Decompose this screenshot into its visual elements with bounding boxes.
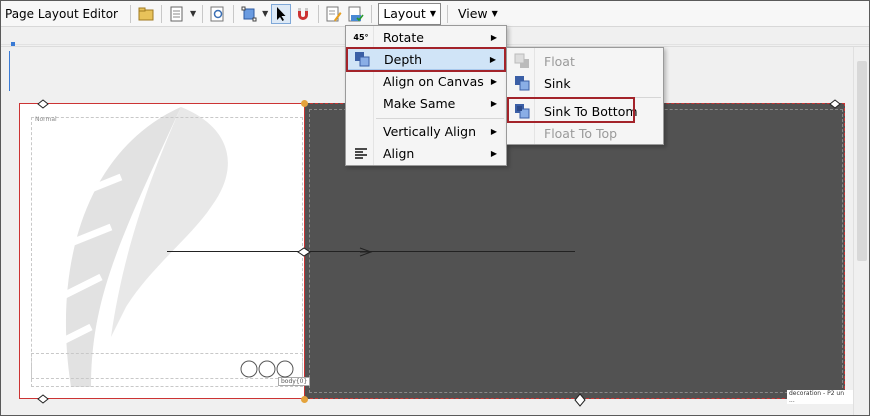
pointer-tool-button[interactable] [271,3,292,24]
frame-icon [241,6,257,21]
open-folder-button[interactable] [136,4,156,24]
vertically-align-icon [349,120,373,142]
magnet-icon [298,7,309,20]
menu-item-label: Align [383,145,415,161]
chevron-right-icon: ▶ [490,32,497,42]
circles-shape[interactable] [239,359,299,379]
content-area-outline [31,117,303,387]
magnet-button[interactable] [293,4,313,24]
toolbar-separator [161,4,162,23]
menu-item-align[interactable]: Align ▶ [347,142,505,164]
normal-style-label: Normal [35,116,57,123]
scrollbar-thumb[interactable] [857,61,867,261]
page-icon [170,6,183,21]
edit-page-button[interactable] [324,4,344,24]
toolbar-separator [371,4,373,23]
view-menu-button[interactable]: View ▼ [454,3,502,25]
arrow-right-icon [359,247,373,257]
vertical-ruler[interactable] [1,47,17,415]
view-menu-label: View [457,6,488,21]
editor-title: Page Layout Editor [5,6,118,21]
chevron-down-icon[interactable]: ▼ [190,9,196,18]
menu-item-sink[interactable]: Sink [508,72,662,94]
diamond-handle-icon[interactable] [297,247,311,257]
align-on-canvas-icon [349,70,373,92]
menu-item-label: Float [544,53,575,69]
menu-item-float-to-top[interactable]: Float To Top [508,122,662,144]
menu-separator [376,118,504,119]
corner-marker-icon[interactable] [37,99,49,109]
chevron-right-icon: ▶ [490,76,497,86]
corner-marker-icon[interactable] [829,99,841,109]
menu-item-float[interactable]: Float [508,50,662,72]
menu-item-label: Rotate [383,29,424,45]
decoration-frame-label: decoration - P2 un ... [787,390,853,404]
toolbar-separator [318,4,320,23]
menu-item-label: Vertically Align [383,123,476,139]
edit-page-icon [326,6,342,21]
menu-item-vertically-align[interactable]: Vertically Align ▶ [347,120,505,142]
chevron-right-icon: ▶ [490,98,497,108]
chevron-down-icon[interactable]: ▼ [262,9,268,18]
chevron-right-icon: ▶ [490,126,497,136]
rotate-icon-text: 45° [353,32,369,42]
depth-submenu: Float Sink Sink To Bottom Float To Top [506,47,664,145]
chevron-down-icon: ▼ [429,9,436,18]
page-check-icon [348,6,364,21]
frame-button[interactable] [239,4,259,24]
align-left-icon [349,142,373,164]
corner-marker-icon[interactable] [37,394,49,404]
toolbar: Page Layout Editor ▼ ▼ Layout ▼ View ▼ [1,1,869,27]
layout-menu-label: Layout [383,6,426,21]
toolbar-separator [446,4,448,23]
diamond-handle-icon[interactable] [574,393,586,407]
folder-icon [138,7,154,20]
vertical-scrollbar[interactable] [853,47,869,415]
toolbar-separator [202,4,204,23]
chevron-right-icon: ▶ [490,148,497,158]
toolbar-separator [130,4,131,23]
save-page-button[interactable] [346,4,366,24]
resize-handle[interactable] [301,396,308,403]
page-button[interactable] [167,4,187,24]
sink-to-bottom-highlight-box [507,97,635,123]
rotate-icon: 45° [349,26,373,48]
layout-menu-button[interactable]: Layout ▼ [378,2,441,25]
sink-icon [510,72,534,94]
menu-item-align-on-canvas[interactable]: Align on Canvas ▶ [347,70,505,92]
window: Page Layout Editor ▼ ▼ Layout ▼ View ▼ N… [0,0,870,416]
magnifier-page-icon [210,6,224,21]
make-same-icon [349,92,373,114]
ruler-marker [9,51,10,91]
toolbar-separator [233,4,235,23]
cursor-arrow-icon [277,6,286,21]
float-to-top-icon [510,122,534,144]
resize-handle[interactable] [301,100,308,107]
chevron-down-icon: ▼ [491,9,498,18]
menu-item-label: Float To Top [544,125,618,141]
ruler-marker [11,42,15,46]
preview-button[interactable] [208,4,228,24]
menu-item-make-same[interactable]: Make Same ▶ [347,92,505,114]
menu-item-label: Sink [544,75,571,91]
depth-highlight-box [346,47,506,72]
menu-item-rotate[interactable]: 45° Rotate ▶ [347,26,505,48]
float-icon [510,50,534,72]
menu-item-label: Make Same [383,95,456,111]
menu-item-label: Align on Canvas [383,73,484,89]
